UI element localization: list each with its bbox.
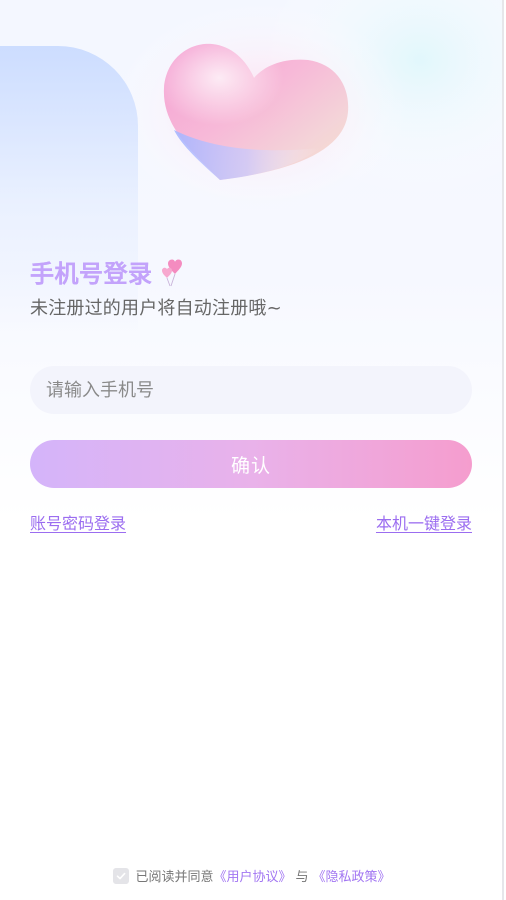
- check-icon: [117, 872, 126, 879]
- phone-input[interactable]: [30, 366, 472, 414]
- user-agreement-link[interactable]: 《用户协议》: [213, 866, 291, 885]
- confirm-button[interactable]: 确认: [30, 440, 472, 488]
- agreement-checkbox[interactable]: [113, 867, 130, 884]
- account-password-login-link[interactable]: 账号密码登录: [30, 510, 126, 534]
- heart-icon: [163, 43, 349, 180]
- decorative-pillar: [0, 46, 138, 336]
- subtitle: 未注册过的用户将自动注册哦~: [30, 298, 282, 319]
- heart-balloon-icon: [161, 259, 182, 287]
- one-click-login-link[interactable]: 本机一键登录: [376, 510, 472, 534]
- privacy-policy-link[interactable]: 《隐私政策》: [313, 866, 391, 885]
- agreement-conjunction: 与: [295, 870, 309, 885]
- agreement-row: 已阅读并同意 《用户协议》 与 《隐私政策》: [0, 866, 504, 885]
- title-row: 手机号登录: [30, 252, 189, 290]
- agreement-prefix: 已阅读并同意: [135, 870, 214, 885]
- login-screen: 手机号登录 未注册过的用户将自动注册哦~ 确认 账号密码登录 本机一键登录 已阅…: [0, 0, 504, 900]
- screen-edge: [502, 0, 504, 900]
- page-title: 手机号登录: [30, 254, 153, 289]
